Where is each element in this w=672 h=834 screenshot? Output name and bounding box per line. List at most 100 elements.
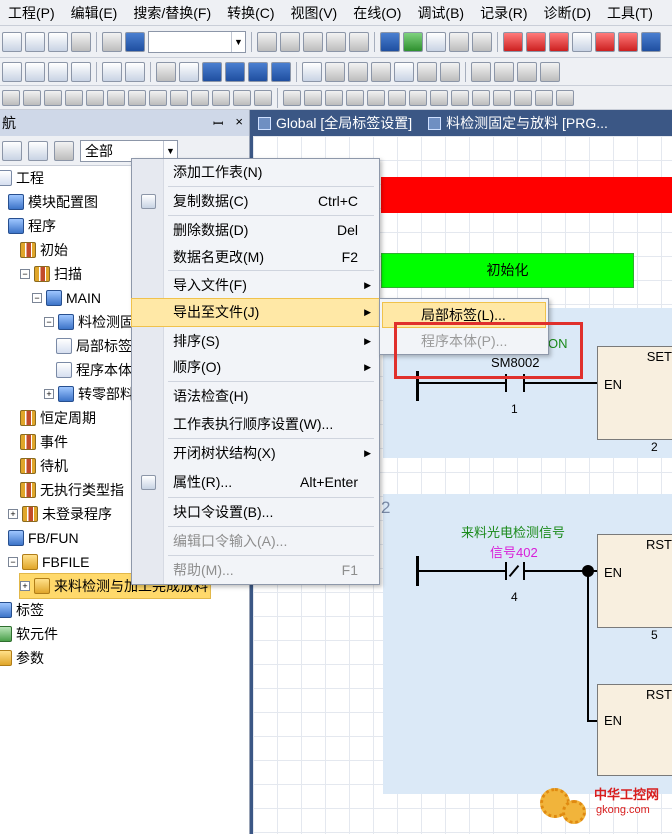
- bookmark-icon[interactable]: [430, 89, 448, 106]
- menu-item[interactable]: 搜索/替换(F): [125, 0, 219, 26]
- dev-batch-icon[interactable]: [225, 61, 245, 82]
- operation-icon[interactable]: [254, 89, 272, 106]
- rst-instruction-box-2[interactable]: RST EN: [597, 684, 672, 776]
- key-icon[interactable]: [471, 61, 491, 82]
- simulation-icon[interactable]: [302, 61, 322, 82]
- tree-item[interactable]: 恒定周期: [20, 406, 96, 430]
- editor-tab[interactable]: 料检测固定与放料 [PRG...: [420, 112, 616, 134]
- expand-icon[interactable]: +: [44, 389, 54, 399]
- diagnostics-icon[interactable]: [348, 61, 368, 82]
- sfc-mode-icon[interactable]: [25, 61, 45, 82]
- context-menu-item[interactable]: 顺序(O) ▶: [132, 354, 379, 381]
- context-menu-item[interactable]: 导出至文件(J) ▶: [131, 298, 380, 327]
- tree-item[interactable]: − 扫描: [20, 262, 82, 286]
- context-menu-item[interactable]: 帮助(M)... F1: [132, 557, 379, 584]
- macro-icon[interactable]: [472, 89, 490, 106]
- hline-icon[interactable]: [170, 89, 188, 106]
- tree-item[interactable]: − FBFILE: [8, 550, 89, 574]
- context-menu-item[interactable]: 编辑口令输入(A)...: [132, 528, 379, 555]
- refresh-icon[interactable]: [535, 89, 553, 106]
- instruction-icon[interactable]: [149, 89, 167, 106]
- open-project-icon[interactable]: [25, 31, 45, 52]
- tree-item[interactable]: 待机: [20, 454, 68, 478]
- context-menu-item[interactable]: 排序(S) ▶: [132, 328, 379, 355]
- undo-icon[interactable]: [326, 31, 346, 52]
- wrench-icon[interactable]: [417, 61, 437, 82]
- tree-item[interactable]: FB/FUN: [8, 526, 79, 550]
- context-menu-item[interactable]: 语法检查(H): [132, 383, 379, 410]
- pin-icon[interactable]: ꟷ: [213, 114, 224, 132]
- dev-monitor-icon[interactable]: [248, 61, 268, 82]
- tree-item[interactable]: 程序本体: [56, 358, 132, 382]
- zoom-icon[interactable]: [494, 61, 514, 82]
- grid-icon[interactable]: [514, 89, 532, 106]
- pointer-icon[interactable]: [409, 89, 427, 106]
- invert-icon[interactable]: [233, 89, 251, 106]
- st-mode-icon[interactable]: [48, 61, 68, 82]
- tree-collapse-icon[interactable]: [28, 140, 48, 161]
- new-project-icon[interactable]: [2, 31, 22, 52]
- compare-icon[interactable]: [426, 31, 446, 52]
- context-menu-item[interactable]: 添加工作表(N): [132, 159, 379, 186]
- collapse-icon[interactable]: −: [8, 557, 18, 567]
- read-plc-icon[interactable]: [526, 31, 546, 52]
- fun-icon[interactable]: [304, 89, 322, 106]
- save-icon[interactable]: [48, 31, 68, 52]
- menu-item[interactable]: 编辑(E): [63, 0, 126, 26]
- menu-item[interactable]: 转换(C): [219, 0, 282, 26]
- list-icon[interactable]: [125, 61, 145, 82]
- collapse-icon[interactable]: −: [44, 317, 54, 327]
- tree-item[interactable]: 初始: [20, 238, 68, 262]
- tree-item[interactable]: − MAIN: [32, 286, 101, 310]
- transfer-icon[interactable]: [472, 31, 492, 52]
- context-menu-item[interactable]: 块口令设置(B)...: [132, 499, 379, 526]
- dev-icon[interactable]: [202, 61, 222, 82]
- parallel-close-icon[interactable]: [65, 89, 83, 106]
- help-icon[interactable]: [125, 31, 145, 52]
- binoculars-icon[interactable]: [156, 61, 176, 82]
- dev-test-icon[interactable]: [271, 61, 291, 82]
- chevron-down-icon[interactable]: ▼: [231, 31, 245, 52]
- dev-list-icon[interactable]: [641, 31, 661, 52]
- label-icon[interactable]: [325, 89, 343, 106]
- context-menu-item[interactable]: 开闭树状结构(X) ▶: [132, 440, 379, 467]
- parallel-open-icon[interactable]: [44, 89, 62, 106]
- coil-icon[interactable]: [128, 89, 146, 106]
- note-icon[interactable]: [367, 89, 385, 106]
- monitor-icon[interactable]: [403, 31, 423, 52]
- project-view-icon[interactable]: [2, 140, 22, 161]
- tree-item[interactable]: 事件: [20, 430, 68, 454]
- tree-item[interactable]: 程序: [8, 214, 56, 238]
- tree-item[interactable]: + 转零部料: [44, 382, 134, 406]
- convert-icon[interactable]: [449, 31, 469, 52]
- vline-icon[interactable]: [191, 89, 209, 106]
- set-instruction-box[interactable]: SET EN: [597, 346, 672, 440]
- expand-icon[interactable]: +: [20, 581, 30, 591]
- close-icon[interactable]: ×: [235, 114, 243, 132]
- rising-edge-icon[interactable]: [86, 89, 104, 106]
- online-icon[interactable]: [572, 31, 592, 52]
- scale-icon[interactable]: [517, 61, 537, 82]
- menu-item[interactable]: 调试(B): [409, 0, 472, 26]
- copy-icon[interactable]: [280, 31, 300, 52]
- tree-item[interactable]: 工程: [0, 166, 44, 190]
- ladder-mode-icon[interactable]: [2, 61, 22, 82]
- close-contact-icon[interactable]: [23, 89, 41, 106]
- editor-tab[interactable]: Global [全局标签设置]: [250, 112, 420, 134]
- menu-item[interactable]: 工具(T): [599, 0, 661, 26]
- verify-plc-icon[interactable]: [549, 31, 569, 52]
- paste-icon[interactable]: [303, 31, 323, 52]
- context-menu-item[interactable]: 复制数据(C) Ctrl+C: [132, 188, 379, 215]
- tree-item[interactable]: 局部标签: [56, 334, 132, 358]
- misc-icon[interactable]: [556, 89, 574, 106]
- falling-edge-icon[interactable]: [107, 89, 125, 106]
- toolbar-combo[interactable]: ▼: [148, 30, 246, 53]
- open-contact-icon[interactable]: [2, 89, 20, 106]
- write-plc-icon[interactable]: [503, 31, 523, 52]
- settings-icon[interactable]: [371, 61, 391, 82]
- delete-line-icon[interactable]: [212, 89, 230, 106]
- cut-icon[interactable]: [257, 31, 277, 52]
- statement-icon[interactable]: [388, 89, 406, 106]
- context-menu-item[interactable]: 工作表执行顺序设置(W)...: [132, 411, 379, 438]
- menu-item[interactable]: 记录(R): [472, 0, 535, 26]
